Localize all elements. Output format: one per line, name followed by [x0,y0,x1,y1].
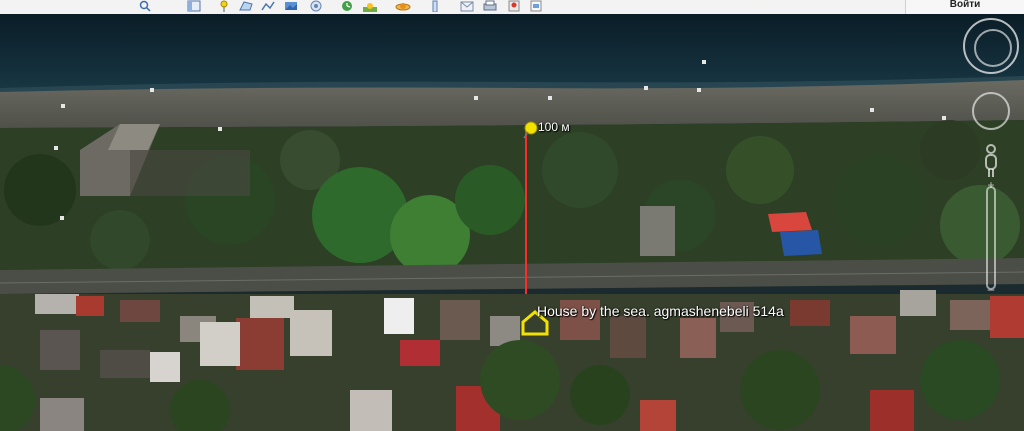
planets-icon[interactable] [395,0,411,12]
toolbar: Войти [0,0,1024,15]
sidebar-icon[interactable] [186,0,202,12]
satellite-map[interactable]: House by the sea. agmashenebeli 514a 100… [0,14,1024,431]
google-maps-icon[interactable] [506,0,522,12]
historical-imagery-icon[interactable] [339,0,355,12]
look-control[interactable] [972,92,1010,130]
search-icon[interactable] [138,0,154,12]
record-tour-icon[interactable] [308,0,324,12]
placemark-label[interactable]: House by the sea. agmashenebeli 514a [537,303,784,319]
path-icon[interactable] [260,0,276,12]
image-overlay-icon[interactable] [283,0,299,12]
email-icon[interactable] [459,0,475,12]
measure-label: 100 м [538,120,570,134]
zoom-out-button[interactable]: – [984,282,998,296]
red-roof [768,212,812,232]
placemark-icon[interactable] [216,0,232,12]
street-view-pegman-icon[interactable] [982,144,1000,178]
compass-ring[interactable] [963,18,1019,74]
navigation-controls: + – [960,18,1024,298]
zoom-slider[interactable] [986,186,996,290]
print-icon[interactable] [482,0,498,12]
small-building [640,206,675,256]
blue-roof [780,230,822,256]
polygon-icon[interactable] [238,0,254,12]
ruler-icon[interactable] [427,0,443,12]
kml-icon[interactable] [528,0,544,12]
sunlight-icon[interactable] [362,0,378,12]
satellite-imagery [0,14,1024,431]
signin-button[interactable]: Войти [905,0,1024,14]
